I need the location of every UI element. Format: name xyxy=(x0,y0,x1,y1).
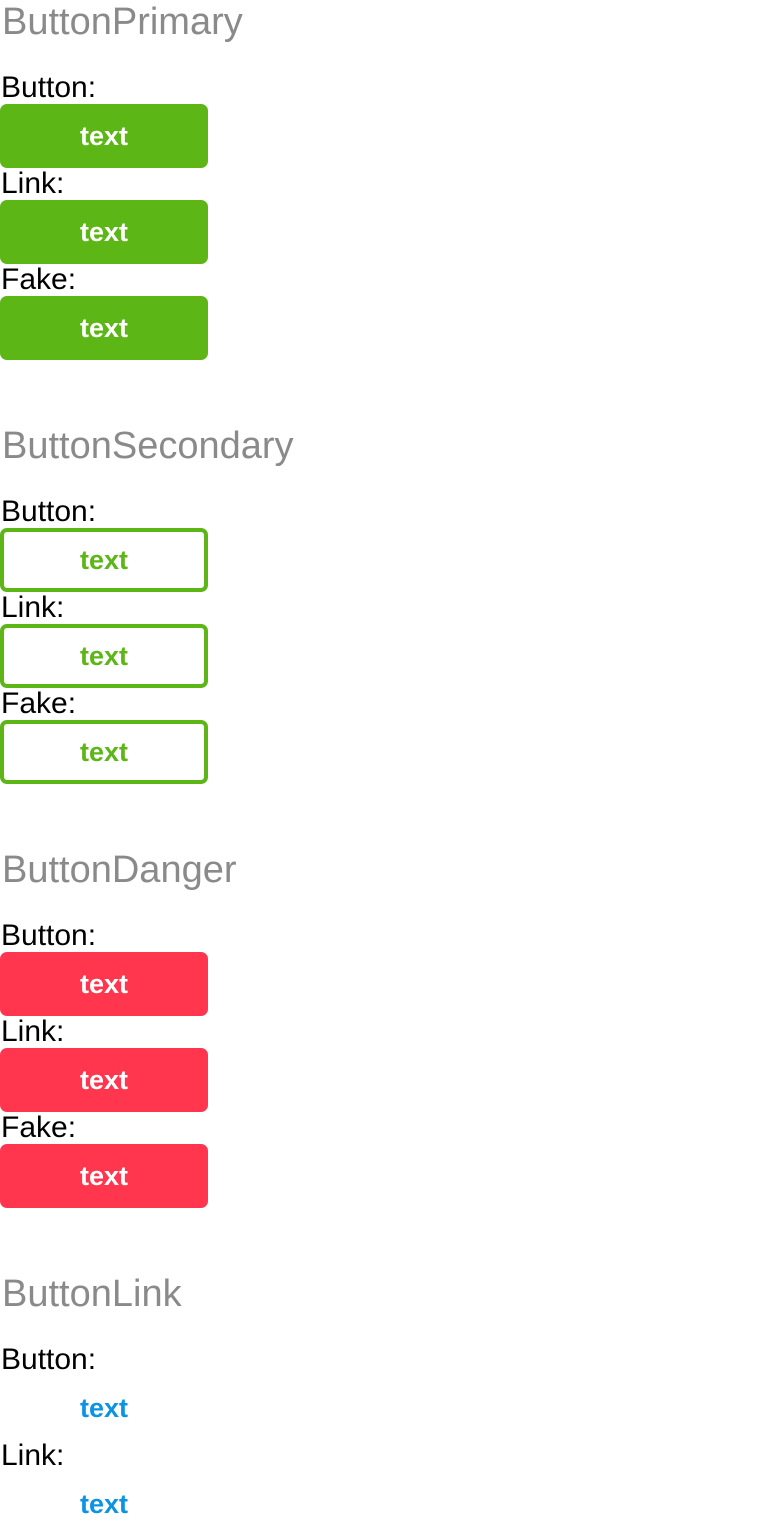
link-style-button[interactable]: text xyxy=(0,1376,208,1440)
row-label-link: Link: xyxy=(1,1015,65,1048)
row-label-fake: Fake: xyxy=(1,1111,77,1144)
secondary-link-button[interactable]: text xyxy=(0,624,208,688)
row-label-fake: Fake: xyxy=(1,687,77,720)
row-label-button: Button: xyxy=(1,1343,97,1376)
row-label-button: Button: xyxy=(1,919,97,952)
primary-link-button[interactable]: text xyxy=(0,200,208,264)
secondary-button[interactable]: text xyxy=(0,528,208,592)
row-label-fake: Fake: xyxy=(1,263,77,296)
secondary-fake-button[interactable]: text xyxy=(0,720,208,784)
danger-link-button[interactable]: text xyxy=(0,1048,208,1112)
row-label-link: Link: xyxy=(1,591,65,624)
section-title: ButtonDanger xyxy=(2,849,237,891)
section-title: ButtonSecondary xyxy=(2,425,294,467)
link-style-link-button[interactable]: text xyxy=(0,1472,208,1536)
section-title: ButtonPrimary xyxy=(2,1,243,43)
danger-button[interactable]: text xyxy=(0,952,208,1016)
primary-button[interactable]: text xyxy=(0,104,208,168)
danger-fake-button[interactable]: text xyxy=(0,1144,208,1208)
row-label-button: Button: xyxy=(1,495,97,528)
primary-fake-button[interactable]: text xyxy=(0,296,208,360)
row-label-button: Button: xyxy=(1,71,97,104)
section-title: ButtonLink xyxy=(2,1273,182,1315)
row-label-link: Link: xyxy=(1,167,65,200)
row-label-link: Link: xyxy=(1,1439,65,1472)
